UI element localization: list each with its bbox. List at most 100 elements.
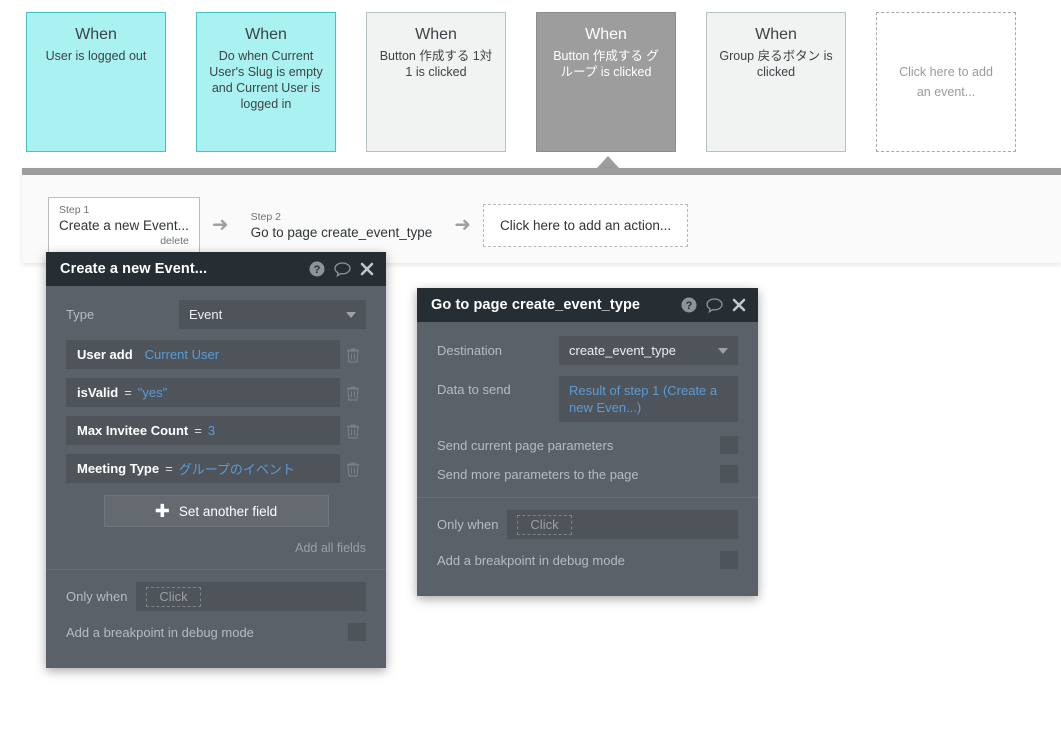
step-2-box[interactable]: Step 2 Go to page create_event_type bbox=[241, 205, 443, 246]
field-value: "yes" bbox=[137, 385, 168, 400]
breakpoint-checkbox[interactable] bbox=[348, 623, 366, 641]
data-to-send-value[interactable]: Result of step 1 (Create a new Even...) bbox=[559, 376, 738, 422]
create-event-property-panel: Create a new Event... ? Type Event User … bbox=[46, 252, 386, 668]
event-card-2[interactable]: When Do when Current User's Slug is empt… bbox=[196, 12, 336, 152]
go-to-page-property-panel: Go to page create_event_type ? Destinati… bbox=[417, 288, 758, 596]
step-arrow-icon: ➜ bbox=[211, 214, 229, 236]
step-title: Create a new Event... bbox=[59, 218, 189, 233]
breakpoint-row: Add a breakpoint in debug mode bbox=[66, 623, 366, 641]
only-when-placeholder: Click bbox=[146, 586, 201, 607]
delete-field-button[interactable] bbox=[340, 347, 366, 363]
panel-body: Type Event User add Current User isValid… bbox=[46, 286, 386, 668]
steps-row: Step 1 Create a new Event... delete ➜ St… bbox=[48, 197, 689, 253]
type-label: Type bbox=[66, 307, 95, 322]
field-chip-isvalid[interactable]: isValid = "yes" bbox=[66, 378, 340, 407]
panel-body: Destination create_event_type Data to se… bbox=[417, 322, 758, 596]
type-dropdown[interactable]: Event bbox=[179, 300, 366, 329]
send-more-params-label: Send more parameters to the page bbox=[437, 466, 639, 482]
comment-icon[interactable] bbox=[334, 261, 351, 277]
delete-field-button[interactable] bbox=[340, 423, 366, 439]
trash-icon bbox=[347, 385, 359, 401]
event-card-3[interactable]: When Button 作成する 1対1 is clicked bbox=[366, 12, 506, 152]
field-value: 3 bbox=[207, 423, 216, 438]
event-card-1[interactable]: When User is logged out bbox=[26, 12, 166, 152]
field-chip-meeting-type[interactable]: Meeting Type = グループのイベント bbox=[66, 454, 340, 483]
comment-icon[interactable] bbox=[706, 297, 723, 313]
panel-header-icons: ? bbox=[681, 297, 746, 313]
event-card-when-label: When bbox=[585, 26, 627, 43]
only-when-row: Only when Click bbox=[66, 582, 366, 611]
add-action-box[interactable]: Click here to add an action... bbox=[483, 203, 689, 247]
panel-divider bbox=[46, 569, 386, 570]
add-all-fields-link[interactable]: Add all fields bbox=[66, 541, 366, 555]
panel-header[interactable]: Create a new Event... ? bbox=[46, 252, 386, 286]
panel-divider bbox=[417, 497, 758, 498]
close-icon[interactable] bbox=[732, 298, 746, 312]
field-key: Max Invitee Count bbox=[77, 423, 189, 438]
event-card-description: Group 戻るボタン is clicked bbox=[719, 49, 833, 79]
event-card-5[interactable]: When Group 戻るボタン is clicked bbox=[706, 12, 846, 152]
destination-label: Destination bbox=[437, 343, 503, 358]
event-cards-strip: When User is logged out When Do when Cur… bbox=[0, 0, 1061, 165]
only-when-label: Only when bbox=[66, 589, 128, 604]
add-event-label: Click here to add an event... bbox=[899, 65, 993, 99]
step-arrow-icon: ➜ bbox=[454, 214, 471, 236]
field-row: Max Invitee Count = 3 bbox=[66, 416, 366, 445]
svg-text:?: ? bbox=[314, 264, 321, 276]
delete-field-button[interactable] bbox=[340, 385, 366, 401]
panel-header[interactable]: Go to page create_event_type ? bbox=[417, 288, 758, 322]
event-card-4-selected[interactable]: When Button 作成する グループ is clicked bbox=[536, 12, 676, 152]
field-chip-user-add[interactable]: User add Current User bbox=[66, 340, 340, 369]
step-title: Go to page create_event_type bbox=[250, 224, 433, 240]
destination-dropdown[interactable]: create_event_type bbox=[559, 336, 738, 365]
field-key: User add bbox=[77, 347, 133, 362]
step-number: Step 2 bbox=[250, 210, 281, 223]
field-row: Meeting Type = グループのイベント bbox=[66, 454, 366, 483]
svg-text:?: ? bbox=[686, 300, 693, 312]
field-operator: = bbox=[124, 385, 132, 400]
data-to-send-row: Data to send Result of step 1 (Create a … bbox=[437, 376, 738, 422]
only-when-input[interactable]: Click bbox=[507, 510, 738, 539]
event-card-when-label: When bbox=[245, 26, 287, 43]
close-icon[interactable] bbox=[360, 262, 374, 276]
field-operator: = bbox=[165, 461, 173, 476]
send-current-params-row: Send current page parameters bbox=[437, 436, 738, 454]
panel-title: Go to page create_event_type bbox=[431, 297, 641, 313]
trash-icon bbox=[347, 461, 359, 477]
help-icon[interactable]: ? bbox=[309, 261, 325, 277]
chevron-down-icon bbox=[346, 312, 356, 318]
send-current-params-label: Send current page parameters bbox=[437, 437, 614, 453]
data-to-send-label: Data to send bbox=[437, 382, 511, 397]
breakpoint-row: Add a breakpoint in debug mode bbox=[437, 551, 738, 569]
field-row: User add Current User bbox=[66, 340, 366, 369]
send-more-params-row: Send more parameters to the page bbox=[437, 465, 738, 483]
step-1-box[interactable]: Step 1 Create a new Event... delete bbox=[48, 197, 200, 253]
field-value: グループのイベント bbox=[178, 462, 295, 477]
destination-row: Destination create_event_type bbox=[437, 336, 738, 365]
event-card-description: Button 作成する 1対1 is clicked bbox=[379, 49, 493, 79]
field-row: isValid = "yes" bbox=[66, 378, 366, 407]
only-when-placeholder: Click bbox=[517, 514, 572, 535]
panel-header-icons: ? bbox=[309, 261, 374, 277]
field-operator: = bbox=[194, 423, 202, 438]
workflow-actions-band: Step 1 Create a new Event... delete ➜ St… bbox=[22, 168, 1061, 263]
delete-field-button[interactable] bbox=[340, 461, 366, 477]
send-more-params-checkbox[interactable] bbox=[720, 465, 738, 483]
help-icon[interactable]: ? bbox=[681, 297, 697, 313]
event-card-description: Button 作成する グループ is clicked bbox=[553, 49, 659, 79]
event-card-when-label: When bbox=[415, 26, 457, 43]
add-event-card[interactable]: Click here to add an event... bbox=[876, 12, 1016, 152]
field-chip-max-invitee-count[interactable]: Max Invitee Count = 3 bbox=[66, 416, 340, 445]
send-current-params-checkbox[interactable] bbox=[720, 436, 738, 454]
destination-dropdown-value: create_event_type bbox=[569, 343, 676, 358]
set-another-field-button[interactable]: ✚ Set another field bbox=[103, 495, 329, 527]
step-delete-link[interactable]: delete bbox=[59, 235, 189, 248]
set-another-field-label: Set another field bbox=[178, 503, 278, 519]
field-value: Current User bbox=[144, 347, 220, 362]
event-card-when-label: When bbox=[75, 26, 117, 43]
only-when-input[interactable]: Click bbox=[136, 582, 366, 611]
breakpoint-checkbox[interactable] bbox=[720, 551, 738, 569]
type-row: Type Event bbox=[66, 300, 366, 329]
event-card-description: User is logged out bbox=[45, 49, 147, 63]
trash-icon bbox=[347, 347, 359, 363]
